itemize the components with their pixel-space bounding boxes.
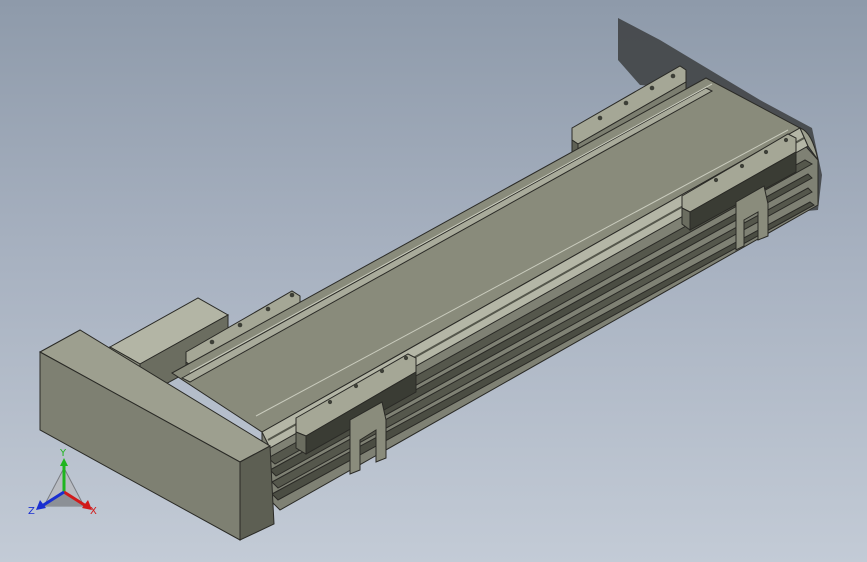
z-axis-label: Z: [28, 506, 35, 517]
y-arrow-head: [60, 458, 68, 466]
linear-module-model[interactable]: [0, 0, 867, 562]
y-axis-label: Y: [59, 448, 67, 459]
3d-viewport[interactable]: Y X Z: [0, 0, 867, 562]
x-axis-label: X: [90, 506, 97, 517]
orientation-triad[interactable]: Y X Z: [24, 448, 104, 522]
